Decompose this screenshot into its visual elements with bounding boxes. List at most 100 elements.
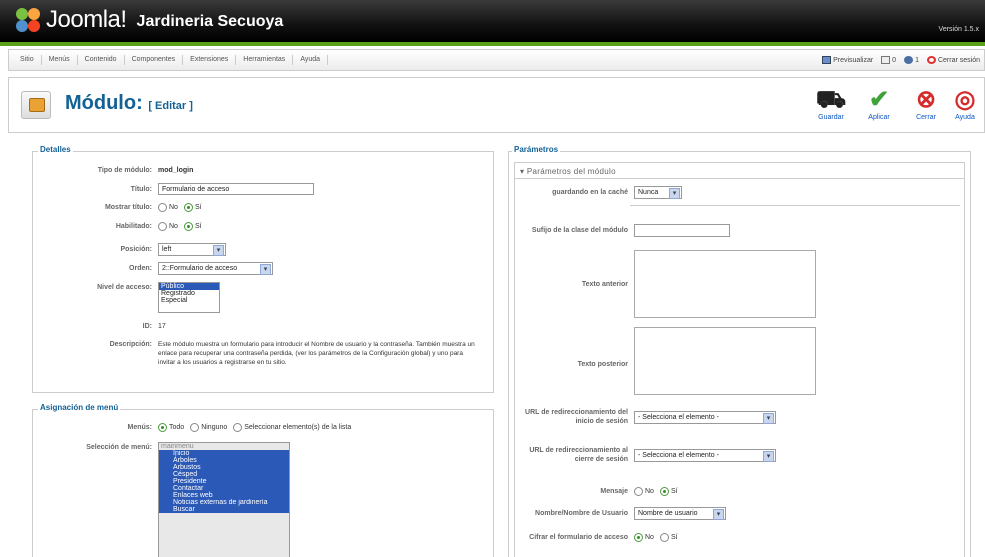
main-menu-bar: Sitio Menús Contenido Componentes Extens… (8, 49, 985, 71)
greeting-label: Mensaje (600, 488, 628, 496)
show-title-no[interactable]: No (158, 203, 184, 213)
id-value: 17 (158, 323, 166, 330)
menu-selection-listbox[interactable]: mainmenu Inicio Árboles Arbustos Césped … (158, 442, 290, 557)
radio-icon (158, 222, 167, 232)
help-button[interactable]: ◎ Ayuda (946, 86, 984, 121)
apply-button[interactable]: ✔ Aplicar (860, 86, 898, 121)
description-label: Descripción: (109, 341, 152, 348)
menus-label: Menús: (127, 424, 153, 432)
logout-redirect-label: URL de redireccionamiento al cierre de s… (529, 447, 628, 463)
module-suffix-input[interactable] (634, 224, 730, 237)
logout-link[interactable]: Cerrar sesión (926, 56, 980, 64)
menu-item-tools[interactable]: Herramientas (236, 55, 294, 65)
encrypt-no[interactable]: No (634, 533, 660, 543)
page-title: Módulo: [ Editar ] (65, 92, 193, 114)
menu-item-help[interactable]: Ayuda (293, 55, 329, 65)
preview-link[interactable]: Previsualizar (822, 56, 873, 64)
menus-none-radio[interactable]: Ninguno (190, 423, 233, 433)
menu-group-mainmenu: mainmenu (161, 443, 194, 450)
menu-option[interactable]: Enlaces web (159, 492, 289, 499)
greeting-yes[interactable]: Sí (659, 487, 684, 497)
cache-label: guardando en la caché (552, 189, 628, 196)
menu-option[interactable]: Arbustos (159, 464, 289, 471)
menu-option[interactable]: Noticias externas de jardinería (159, 499, 289, 506)
position-label: Posición: (120, 246, 152, 253)
menu-item-menus[interactable]: Menús (42, 55, 78, 65)
name-username-label: Nombre/Nombre de Usuario (535, 510, 628, 517)
menu-option[interactable]: Árboles (159, 457, 289, 464)
divider (630, 205, 960, 206)
messages-link[interactable]: 0 (881, 56, 896, 64)
enabled-label: Habilitado: (115, 223, 152, 231)
access-level-listbox[interactable]: Público Registrado Especial (158, 282, 220, 313)
position-select[interactable]: left (158, 243, 226, 256)
menu-option[interactable]: Presidente (159, 478, 289, 485)
header-divider (0, 42, 985, 46)
name-username-select[interactable]: Nombre de usuario (634, 507, 726, 520)
login-redirect-label: URL de redireccionamiento del inicio de … (525, 409, 628, 425)
posttext-label: Texto posterior (577, 361, 628, 368)
joomla-logo: Joomla! Jardineria Secuoya (14, 6, 283, 34)
save-button[interactable]: ⛟ Guardar (812, 86, 850, 121)
module-parameters-header[interactable]: ▾ Parámetros del módulo (520, 167, 616, 176)
divider (515, 178, 964, 179)
title-label: Título: (130, 185, 152, 193)
radio-icon (190, 423, 200, 433)
menu-assignment-legend: Asignación de menú (38, 403, 121, 412)
header-bar: Joomla! Jardineria Secuoya Versión 1.5.x (0, 0, 985, 42)
logo-text: Joomla! (46, 6, 127, 33)
description-text: Este módulo muestra un formulario para i… (158, 341, 475, 366)
posttext-textarea[interactable] (634, 327, 816, 395)
menu-option[interactable]: Césped (159, 471, 289, 478)
close-button[interactable]: ⊗ Cerrar (907, 86, 945, 121)
menu-item-site[interactable]: Sitio (13, 55, 42, 65)
menu-option[interactable]: Contactar (159, 485, 289, 492)
enabled-yes[interactable]: Sí (183, 222, 208, 232)
users-icon (904, 56, 914, 64)
menus-all-radio[interactable]: Todo (158, 423, 190, 433)
title-input[interactable]: Formulario de acceso (158, 183, 314, 195)
site-name: Jardineria Secuoya (136, 13, 284, 30)
save-icon: ⛟ (815, 86, 847, 113)
order-select[interactable]: 2::Formulario de acceso (158, 262, 273, 275)
menu-option[interactable]: Buscar (159, 506, 289, 513)
menu-item-content[interactable]: Contenido (78, 55, 125, 65)
pretext-textarea[interactable] (634, 250, 816, 318)
radio-checked-icon (158, 423, 167, 433)
page-subtitle: [ Editar ] (148, 100, 193, 112)
logout-icon (926, 56, 936, 64)
show-title-yes[interactable]: Sí (183, 203, 208, 213)
radio-checked-icon (183, 203, 193, 213)
login-redirect-select[interactable]: - Selecciona el elemento - (634, 410, 776, 424)
module-icon (21, 91, 51, 119)
menu-option[interactable]: Inicio (159, 450, 289, 457)
greeting-no[interactable]: No (634, 487, 660, 497)
encrypt-yes[interactable]: Sí (659, 533, 684, 543)
logout-redirect-select[interactable]: - Selecciona el elemento - (634, 448, 776, 462)
access-option-special[interactable]: Especial (159, 297, 219, 304)
help-icon: ◎ (954, 86, 976, 113)
access-option-registered[interactable]: Registrado (159, 290, 219, 297)
radio-checked-icon (634, 533, 643, 543)
joomla-logo-icon (14, 6, 42, 34)
radio-checked-icon (183, 222, 193, 232)
preview-icon (822, 56, 832, 64)
radio-icon (659, 533, 669, 543)
radio-checked-icon (659, 487, 669, 497)
parameters-legend: Parámetros (512, 145, 561, 154)
menu-item-extensions[interactable]: Extensiones (183, 55, 237, 65)
menu-item-components[interactable]: Componentes (125, 55, 184, 65)
users-link[interactable]: 1 (904, 56, 919, 64)
menu-selection-label: Selección de menú: (86, 444, 152, 451)
order-label: Orden: (129, 265, 152, 272)
enabled-no[interactable]: No (158, 222, 184, 232)
id-label: ID: (142, 323, 152, 330)
version-text: Versión 1.5.x (938, 26, 979, 33)
message-icon (881, 56, 891, 64)
toolbar: Módulo: [ Editar ] ⛟ Guardar ✔ Aplicar ⊗… (8, 77, 985, 133)
radio-icon (233, 423, 243, 433)
menus-select-radio[interactable]: Seleccionar elemento(s) de la lista (233, 423, 357, 433)
checkmark-icon: ✔ (868, 86, 890, 113)
access-option-public[interactable]: Público (159, 283, 219, 290)
cache-select[interactable]: Nunca (634, 186, 682, 199)
